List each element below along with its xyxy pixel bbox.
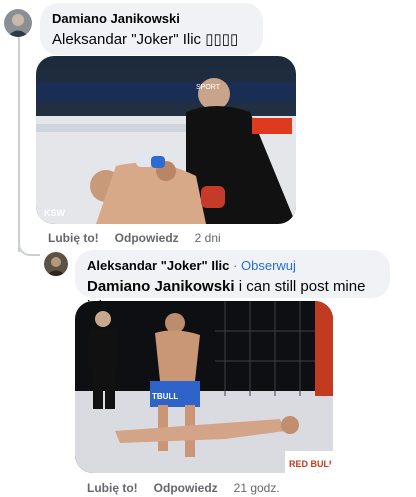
comment-actions: Lubię to! Odpowiedz 2 dni [48,231,221,245]
avatar-image [44,252,68,276]
avatar[interactable] [4,9,32,37]
comment-author[interactable]: Damiano Janikowski [52,11,251,27]
fight-photo: RED BULL TBULL [75,301,333,473]
like-button[interactable]: Lubię to! [48,231,99,245]
mention-link[interactable]: Damiano Janikowski [87,278,235,295]
corner-logo: RED BULL [289,459,333,469]
comment-bubble: Aleksandar "Joker" Ilic · Obserwuj Damia… [75,250,390,315]
fight-photo: SPORT KSW [36,56,296,224]
avatar-image [4,9,32,37]
comment-author-line: Aleksandar "Joker" Ilic · Obserwuj [87,258,378,274]
follow-separator: · [233,258,238,273]
comment-image[interactable]: SPORT KSW [36,56,296,224]
thread-connector [18,236,40,256]
comment-timestamp[interactable]: 2 dni [195,231,221,245]
thread-line [18,36,20,252]
comment-author[interactable]: Aleksandar "Joker" Ilic [87,258,229,273]
watermark: KSW [44,208,66,218]
comment-timestamp[interactable]: 21 godz. [234,481,280,495]
comment-text: Aleksandar "Joker" Ilic ▯▯▯▯ [52,31,239,48]
follow-link[interactable]: Obserwuj [241,258,296,273]
sponsor-text: TBULL [152,392,178,401]
reply-button[interactable]: Odpowiedz [154,481,218,495]
comment-image[interactable]: RED BULL TBULL [75,301,333,473]
comment-actions: Lubię to! Odpowiedz 21 godz. [87,481,280,495]
avatar[interactable] [44,252,68,276]
comment-bubble: Damiano Janikowski Aleksandar "Joker" Il… [40,3,263,55]
broadcast-logo: SPORT [196,84,221,91]
like-button[interactable]: Lubię to! [87,481,138,495]
reply-button[interactable]: Odpowiedz [115,231,179,245]
